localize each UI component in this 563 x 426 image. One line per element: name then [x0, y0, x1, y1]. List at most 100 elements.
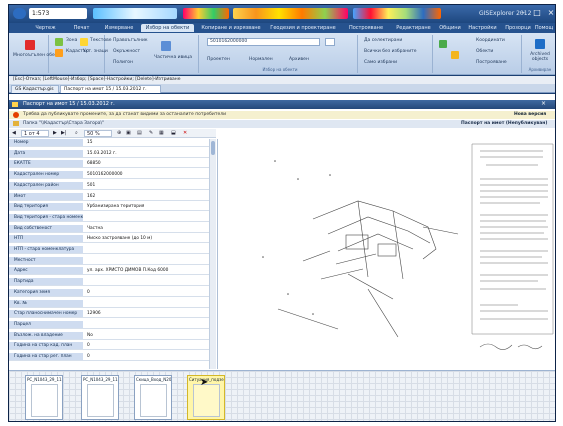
- property-row[interactable]: Номер 15: [9, 139, 209, 147]
- scrollbar-thumb[interactable]: [211, 141, 215, 155]
- property-value[interactable]: Ниско застрояване (до 10 м): [84, 235, 208, 242]
- menu-settings[interactable]: Настройки: [464, 24, 501, 32]
- quick-access-toolbar[interactable]: [93, 8, 177, 19]
- property-value[interactable]: 0: [84, 342, 208, 349]
- property-value[interactable]: Частна: [84, 225, 208, 232]
- partial-strip-icon[interactable]: [161, 41, 171, 51]
- property-row[interactable]: Вид територия Урбанизирана територия: [9, 203, 209, 212]
- menu-help[interactable]: Помощ: [534, 24, 554, 32]
- tab-cadastre-map[interactable]: GS Кадастър.gis: [11, 85, 59, 93]
- delete-icon[interactable]: ✕: [183, 130, 187, 137]
- property-value[interactable]: Урбанизирана територия: [84, 203, 208, 210]
- project-radio[interactable]: Проектен: [207, 57, 230, 62]
- property-row[interactable]: Имот 162: [9, 192, 209, 201]
- attachment-thumbnail[interactable]: РС_N1043_29_11...: [81, 375, 119, 420]
- property-value[interactable]: 68850: [84, 160, 208, 167]
- object-tools-toolbar[interactable]: [233, 8, 348, 19]
- property-row[interactable]: НТП Ниско застрояване (до 10 м): [9, 235, 209, 244]
- property-row[interactable]: Дата 15.03.2012 г.: [9, 149, 209, 158]
- count-stepper[interactable]: [325, 38, 335, 46]
- archived-radio[interactable]: Архивен: [289, 57, 309, 62]
- property-row[interactable]: Адрес ул. арх. ХРИСТО ДИМОВ П.Код 6000: [9, 267, 209, 276]
- menu-measure[interactable]: Измерване: [99, 24, 139, 32]
- scale-input[interactable]: 1:573: [29, 8, 87, 19]
- menu-build[interactable]: Построяване: [342, 24, 390, 32]
- property-row[interactable]: Партида: [9, 278, 209, 287]
- only-selected-button[interactable]: Само избрани: [364, 60, 397, 65]
- property-grid-scrollbar[interactable]: [209, 139, 216, 369]
- menu-municipalities[interactable]: Общини: [436, 24, 464, 32]
- property-row[interactable]: Местност: [9, 256, 209, 265]
- layer-tools-toolbar[interactable]: [353, 8, 441, 19]
- rectangle-button[interactable]: Правоъгълник: [113, 38, 148, 43]
- new-version-link[interactable]: Нова версия: [514, 111, 546, 119]
- menu-select-objects[interactable]: Избор на обекти: [141, 24, 194, 32]
- attachment-thumbnail[interactable]: Скица_Вход_N20...: [134, 375, 172, 420]
- draw-tools-toolbar[interactable]: [183, 8, 229, 19]
- close-button[interactable]: ×: [543, 7, 555, 19]
- first-record-button[interactable]: ◀: [12, 130, 16, 137]
- objects-button[interactable]: Обекти: [476, 49, 493, 54]
- polygon-object-icon[interactable]: [25, 40, 35, 50]
- zoom-level[interactable]: 50 %: [84, 130, 112, 137]
- property-value[interactable]: 12906: [84, 310, 208, 317]
- save-icon[interactable]: ▦: [159, 130, 164, 137]
- menu-windows[interactable]: Прозорци: [503, 24, 533, 32]
- property-value[interactable]: 5010162000000: [84, 171, 208, 178]
- property-value[interactable]: [84, 300, 208, 307]
- document-viewer[interactable]: [217, 139, 555, 369]
- property-row[interactable]: Парцел: [9, 320, 209, 329]
- export-icon[interactable]: ⬓: [171, 130, 176, 137]
- property-value[interactable]: [84, 214, 208, 221]
- menu-geodesy[interactable]: Геодезия и проектиране: [266, 24, 340, 32]
- property-value[interactable]: 0: [84, 353, 208, 360]
- signs-button[interactable]: Уст. знаци: [83, 49, 108, 54]
- menu-copy-cut[interactable]: Копиране и изрязване: [196, 24, 266, 32]
- next-record-button[interactable]: ▶: [53, 130, 57, 137]
- property-value[interactable]: 162: [84, 193, 208, 200]
- property-row[interactable]: Година на стар кад. план 0: [9, 342, 209, 351]
- last-record-button[interactable]: ▶|: [61, 130, 67, 137]
- attachment-thumbnail[interactable]: РС_N1043_29_11...: [25, 375, 63, 420]
- property-value[interactable]: 501: [84, 182, 208, 189]
- property-value[interactable]: 15: [84, 139, 208, 146]
- property-row[interactable]: Вид територия - стара номенклатура: [9, 213, 209, 222]
- property-row[interactable]: Категория земя 0: [9, 288, 209, 297]
- build-button[interactable]: Построяване: [476, 60, 507, 65]
- menu-drawing[interactable]: Чертеж: [28, 24, 63, 32]
- property-row[interactable]: Вид собственост Частна: [9, 224, 209, 233]
- attach-icon[interactable]: ✎: [149, 130, 153, 137]
- property-value[interactable]: 0: [84, 289, 208, 296]
- selected-only-button[interactable]: Да селектирани: [364, 38, 402, 43]
- property-value[interactable]: No: [84, 332, 208, 339]
- property-row[interactable]: Стар планоснимачен номер 12906: [9, 310, 209, 319]
- app-logo-icon[interactable]: [13, 8, 26, 19]
- property-row[interactable]: Кадастрален номер 5010162000000: [9, 171, 209, 180]
- menu-print[interactable]: Печат: [69, 24, 94, 32]
- menu-edit[interactable]: Редактиране: [392, 24, 435, 32]
- coordinates-button[interactable]: Координати: [476, 38, 505, 43]
- archive-icon[interactable]: [535, 39, 545, 49]
- polygon-button[interactable]: Полигон: [113, 60, 133, 65]
- zoom-icon[interactable]: ⊕: [117, 130, 121, 137]
- print-icon[interactable]: ▤: [137, 130, 142, 137]
- property-row[interactable]: Кв. №: [9, 299, 209, 308]
- property-row[interactable]: НТП - стара номенклатура: [9, 246, 209, 254]
- property-row[interactable]: ЕКАТТЕ 68850: [9, 160, 209, 169]
- archived-objects-button[interactable]: Archived objects: [526, 52, 554, 62]
- property-row[interactable]: Възлож. на владение No: [9, 331, 209, 340]
- all-except-selected-button[interactable]: Всички без избраните: [364, 49, 417, 54]
- property-value[interactable]: [84, 321, 208, 328]
- property-row[interactable]: Година на стар рег. план 0: [9, 353, 209, 361]
- tab-property-passport[interactable]: Паспорт на имот 15 / 15.03.2012 г.: [60, 85, 161, 93]
- property-value[interactable]: [84, 278, 208, 285]
- property-row[interactable]: Кадастрален район 501: [9, 181, 209, 190]
- fit-icon[interactable]: ▣: [126, 130, 131, 137]
- zone-button[interactable]: Зона: [66, 38, 77, 43]
- panel-close-icon[interactable]: ×: [541, 100, 546, 107]
- search-icon[interactable]: ⌕: [75, 130, 78, 137]
- normal-radio[interactable]: Нормален: [249, 57, 273, 62]
- partial-strip-button[interactable]: Частична ивица: [154, 55, 192, 60]
- property-value[interactable]: [84, 246, 208, 253]
- cadastral-id-input[interactable]: 5010162000000: [207, 38, 320, 46]
